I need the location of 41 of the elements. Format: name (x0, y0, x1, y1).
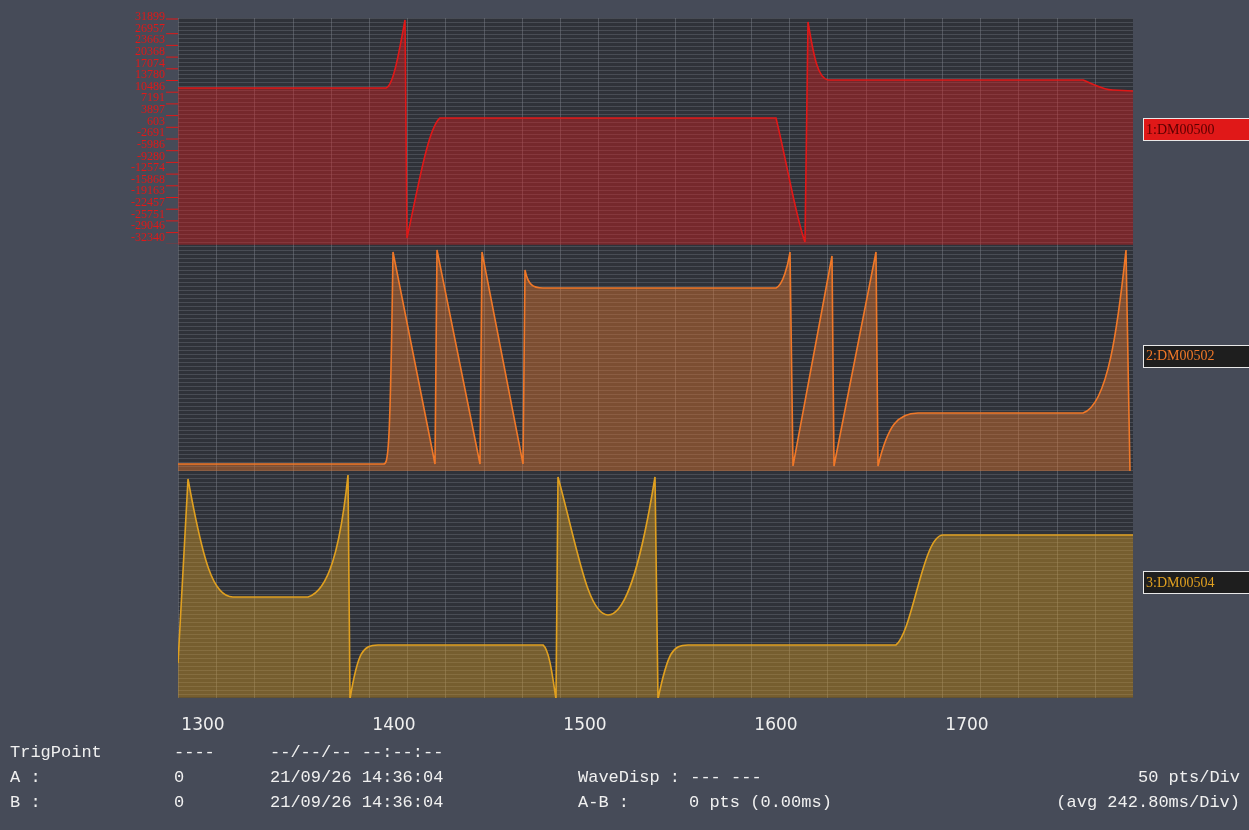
y-axis-label: 17074 (135, 57, 165, 69)
y-axis-label: -9280 (137, 150, 165, 162)
y-axis-label: -29046 (131, 220, 165, 232)
info-value: 0 pts (0.00ms) (689, 792, 832, 814)
x-axis-label: 1300 (181, 714, 225, 734)
y-axis-label: -32340 (131, 231, 165, 243)
channel-tag[interactable]: 2:DM00502 (1143, 344, 1249, 368)
y-axis-label: -2691 (137, 127, 165, 139)
channel-tag[interactable]: 3:DM00504 (1143, 571, 1249, 595)
info-label: B : (10, 792, 42, 814)
y-axis-label: 10486 (135, 80, 165, 92)
scale-text: 50 pts/Div (1137, 767, 1240, 789)
y-axis-label: 23663 (135, 34, 165, 46)
wave-disp-text: WaveDisp : --- --- (578, 767, 763, 789)
y-axis-label: 20368 (135, 45, 165, 57)
y-axis-label: 3897 (141, 104, 165, 115)
x-axis-label: 1400 (372, 714, 416, 734)
info-time: 21/09/26 14:36:04 (270, 792, 445, 814)
x-axis-label: 1700 (945, 714, 989, 734)
info-value: 0 (173, 792, 186, 814)
info-label: A : (10, 767, 42, 789)
info-value: 0 (173, 767, 186, 789)
info-value: ---- (173, 742, 216, 764)
y-axis-label: -12574 (131, 162, 165, 174)
y-axis-label: -25751 (131, 208, 165, 220)
info-time: --/--/-- --:--:-- (270, 742, 445, 764)
x-axis-label: 1500 (563, 714, 607, 734)
y-axis-label: 603 (147, 115, 165, 127)
y-axis-label: 13780 (135, 69, 165, 81)
info-label: TrigPoint (10, 742, 103, 764)
y-axis-label: 7191 (141, 92, 165, 104)
y-axis-label: 26957 (135, 22, 165, 34)
y-axis-label: 31899 (135, 11, 165, 22)
y-axis-label: -15868 (131, 173, 165, 185)
x-axis-label: 1600 (754, 714, 798, 734)
info-label: A-B : (578, 792, 629, 814)
y-axis-label: -22457 (131, 197, 165, 208)
info-time: 21/09/26 14:36:04 (270, 767, 445, 789)
average-text: (avg 242.80ms/Div) (1056, 792, 1240, 814)
y-axis-label: -5986 (137, 138, 165, 150)
y-axis-label: -19163 (131, 185, 165, 197)
